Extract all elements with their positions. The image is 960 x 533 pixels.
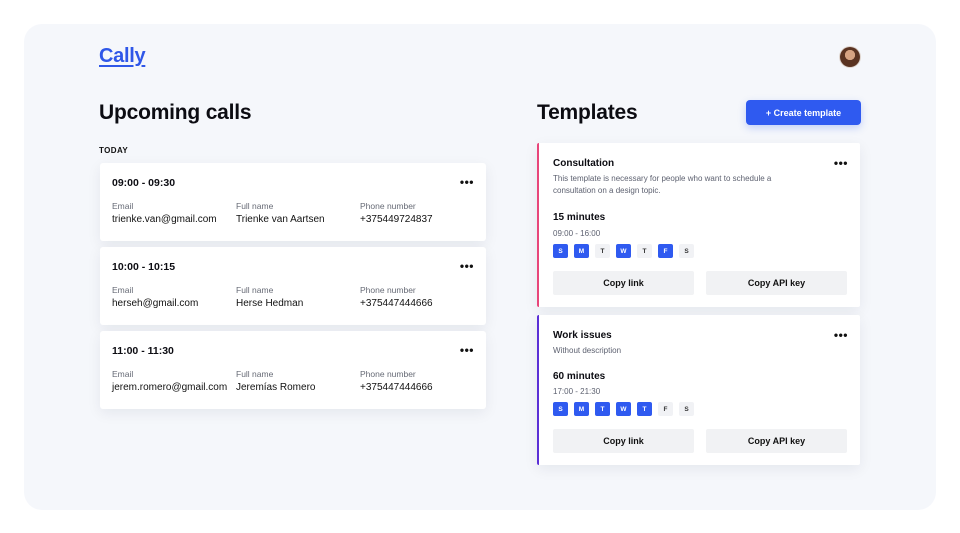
template-accent-bar — [537, 315, 539, 465]
template-description: This template is necessary for people wh… — [553, 174, 772, 195]
phone-field: Phone number +375449724837 — [360, 201, 433, 225]
phone-label: Phone number — [360, 201, 416, 211]
call-card[interactable]: 09:00 - 09:30 ••• Email trienke.van@gmai… — [100, 163, 486, 241]
full-name-label: Full name — [236, 285, 274, 295]
group-label-today: TODAY — [99, 146, 129, 155]
more-options-icon[interactable]: ••• — [460, 260, 474, 272]
copy-api-key-button[interactable]: Copy API key — [706, 271, 847, 295]
email-label: Email — [112, 285, 134, 295]
template-title: Work issues — [553, 330, 612, 341]
day-toggle-wed[interactable]: W — [616, 244, 631, 258]
email-value: herseh@gmail.com — [112, 298, 199, 309]
template-duration: 15 minutes — [553, 212, 606, 223]
day-toggle-mon[interactable]: M — [574, 402, 589, 416]
app-logo[interactable]: Cally — [99, 45, 146, 68]
phone-label: Phone number — [360, 369, 416, 379]
day-toggle-sat[interactable]: S — [679, 244, 694, 258]
day-toggle-tue[interactable]: T — [595, 402, 610, 416]
call-card[interactable]: 10:00 - 10:15 ••• Email herseh@gmail.com… — [100, 247, 486, 325]
weekday-selector: S M T W T F S — [553, 244, 694, 258]
full-name-field: Full name Jeremías Romero — [236, 369, 315, 393]
copy-api-key-button[interactable]: Copy API key — [706, 429, 847, 453]
day-toggle-mon[interactable]: M — [574, 244, 589, 258]
email-field: Email trienke.van@gmail.com — [112, 201, 217, 225]
create-template-button[interactable]: + Create template — [746, 100, 861, 125]
phone-value: +375449724837 — [360, 214, 433, 225]
email-label: Email — [112, 201, 134, 211]
phone-value: +375447444666 — [360, 298, 433, 309]
template-card-work-issues: Work issues ••• Without description 60 m… — [537, 315, 860, 465]
more-options-icon[interactable]: ••• — [460, 344, 474, 356]
upcoming-calls-title: Upcoming calls — [99, 101, 252, 124]
day-toggle-sat[interactable]: S — [679, 402, 694, 416]
email-field: Email jerem.romero@gmail.com — [112, 369, 227, 393]
day-toggle-thu[interactable]: T — [637, 244, 652, 258]
email-value: jerem.romero@gmail.com — [112, 382, 228, 393]
day-toggle-thu[interactable]: T — [637, 402, 652, 416]
phone-field: Phone number +375447444666 — [360, 285, 433, 309]
full-name-value: Trienke van Aartsen — [236, 214, 325, 225]
phone-value: +375447444666 — [360, 382, 433, 393]
day-toggle-tue[interactable]: T — [595, 244, 610, 258]
day-toggle-fri[interactable]: F — [658, 402, 673, 416]
template-time-range: 09:00 - 16:00 — [553, 229, 601, 238]
day-toggle-sun[interactable]: S — [553, 244, 568, 258]
more-options-icon[interactable]: ••• — [460, 176, 474, 188]
day-toggle-sun[interactable]: S — [553, 402, 568, 416]
call-card[interactable]: 11:00 - 11:30 ••• Email jerem.romero@gma… — [100, 331, 486, 409]
day-toggle-wed[interactable]: W — [616, 402, 631, 416]
more-options-icon[interactable]: ••• — [834, 157, 848, 169]
full-name-label: Full name — [236, 201, 274, 211]
call-time: 09:00 - 09:30 — [112, 177, 176, 189]
copy-link-button[interactable]: Copy link — [553, 271, 694, 295]
template-accent-bar — [537, 143, 539, 307]
full-name-value: Herse Hedman — [236, 298, 304, 309]
call-time: 11:00 - 11:30 — [112, 345, 174, 357]
templates-title: Templates — [537, 101, 638, 124]
full-name-label: Full name — [236, 369, 274, 379]
copy-link-button[interactable]: Copy link — [553, 429, 694, 453]
email-field: Email herseh@gmail.com — [112, 285, 198, 309]
email-label: Email — [112, 369, 134, 379]
full-name-field: Full name Herse Hedman — [236, 285, 303, 309]
phone-field: Phone number +375447444666 — [360, 369, 433, 393]
template-time-range: 17:00 - 21:30 — [553, 387, 601, 396]
template-description: Without description — [553, 346, 622, 355]
email-value: trienke.van@gmail.com — [112, 214, 217, 225]
day-toggle-fri[interactable]: F — [658, 244, 673, 258]
full-name-value: Jeremías Romero — [236, 382, 316, 393]
full-name-field: Full name Trienke van Aartsen — [236, 201, 325, 225]
phone-label: Phone number — [360, 285, 416, 295]
template-title: Consultation — [553, 158, 615, 169]
template-card-consultation: Consultation ••• This template is necess… — [537, 143, 860, 307]
template-duration: 60 minutes — [553, 371, 606, 382]
call-time: 10:00 - 10:15 — [112, 261, 176, 273]
user-avatar[interactable] — [840, 47, 860, 67]
weekday-selector: S M T W T F S — [553, 402, 694, 416]
more-options-icon[interactable]: ••• — [834, 329, 848, 341]
